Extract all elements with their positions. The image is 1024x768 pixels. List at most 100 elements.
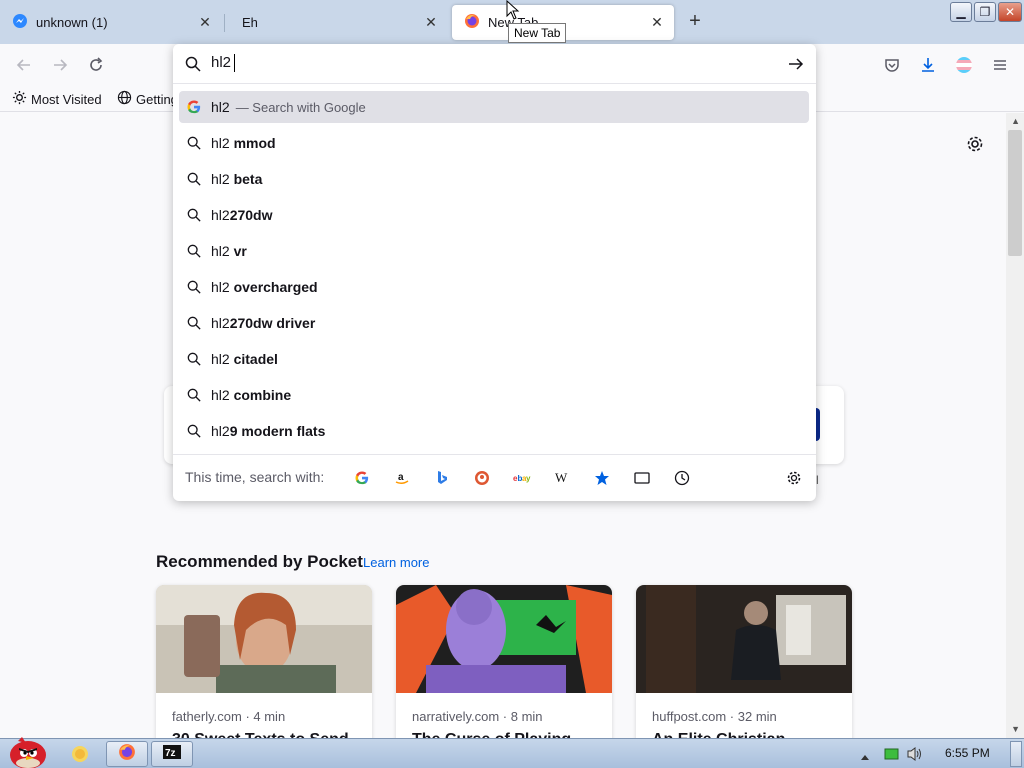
pocket-learn-more-link[interactable]: Learn more <box>363 555 429 570</box>
suggestion-completion: vr <box>233 243 247 259</box>
svg-text:W: W <box>555 470 568 485</box>
bookmark-getting-started[interactable]: Getting <box>117 90 178 108</box>
tab-close-icon[interactable]: ✕ <box>196 13 214 31</box>
suggestion-item[interactable]: hl2 citadel <box>179 343 809 375</box>
ebay-icon[interactable]: ebay <box>511 467 533 489</box>
reload-icon[interactable] <box>85 54 107 76</box>
suggestion-item[interactable]: hl2 beta <box>179 163 809 195</box>
tab-close-icon[interactable]: ✕ <box>648 13 666 31</box>
suggestion-prefix: hl2 <box>211 423 230 439</box>
search-icon <box>186 423 202 439</box>
pocket-card[interactable]: huffpost.com · 32 min An Elite Christian <box>636 585 852 755</box>
suggestion-item[interactable]: hl2 9 modern flats <box>179 415 809 447</box>
bookmark-most-visited[interactable]: Most Visited <box>12 90 102 108</box>
close-window-button[interactable]: ✕ <box>998 2 1022 22</box>
search-icon <box>186 135 202 151</box>
suggestion-prefix: hl2 <box>211 171 234 187</box>
card-source: fatherly.com · 4 min <box>172 709 286 724</box>
scrollbar-thumb[interactable] <box>1008 130 1022 256</box>
firefox-icon <box>118 743 136 766</box>
history-clock-icon[interactable] <box>671 467 693 489</box>
bookmarks-star-icon[interactable] <box>591 467 613 489</box>
globe-icon <box>117 90 132 108</box>
pocket-card[interactable]: narratively.com · 8 min The Curse of Pla… <box>396 585 612 755</box>
taskbar: 7z 6:55 PM <box>0 737 1024 768</box>
taskbar-firefox[interactable] <box>106 741 148 767</box>
7zip-icon: 7z <box>162 744 182 765</box>
search-icon <box>186 315 202 331</box>
suggestion-completion: 270dw driver <box>229 315 316 331</box>
scroll-down-arrow-icon[interactable]: ▼ <box>1011 724 1020 734</box>
tab-unknown[interactable]: unknown (1) ✕ <box>0 5 222 40</box>
suggestion-completion: combine <box>233 387 292 403</box>
google-icon[interactable] <box>351 467 373 489</box>
suggestion-prefix: hl2 <box>211 243 234 259</box>
suggestion-item[interactable]: hl2 mmod <box>179 127 809 159</box>
volume-speaker-icon[interactable] <box>906 746 924 767</box>
suggestion-item[interactable]: hl2 270dw <box>179 199 809 231</box>
tray-expand-arrow-icon[interactable] <box>860 748 870 766</box>
card-image <box>636 585 852 693</box>
svg-text:7z: 7z <box>165 748 176 759</box>
start-button-angry-bird-icon[interactable] <box>4 731 50 768</box>
search-settings-gear-icon[interactable] <box>783 467 805 489</box>
suggestion-search-google[interactable]: hl2 — Search with Google <box>179 91 809 123</box>
bing-icon[interactable] <box>431 467 453 489</box>
account-avatar-icon[interactable] <box>953 54 975 76</box>
back-arrow-icon[interactable] <box>13 54 35 76</box>
tab-close-icon[interactable]: ✕ <box>422 13 440 31</box>
amazon-icon[interactable]: a <box>391 467 413 489</box>
urlbar-dropdown: hl2 hl2 — Search with Google hl2 mmod hl… <box>173 44 816 501</box>
svg-text:a: a <box>398 472 404 483</box>
suggestion-completion: overcharged <box>233 279 318 295</box>
explorer-folder-icon[interactable] <box>70 744 90 768</box>
new-tab-button[interactable]: + <box>684 11 706 33</box>
wikipedia-icon[interactable]: W <box>551 467 573 489</box>
urlbar-value: hl2 <box>211 54 232 71</box>
suggestion-item[interactable]: hl2 combine <box>179 379 809 411</box>
downloads-icon[interactable] <box>917 54 939 76</box>
card-image <box>396 585 612 693</box>
show-desktop-button[interactable] <box>1010 741 1022 767</box>
suggestion-completion: beta <box>233 171 263 187</box>
clock-time[interactable]: 6:55 PM <box>945 746 990 760</box>
pocket-card[interactable]: fatherly.com · 4 min 30 Sweet Texts to S… <box>156 585 372 755</box>
urlbar-input[interactable]: hl2 <box>211 54 236 73</box>
restore-button[interactable]: ❐ <box>974 2 996 22</box>
suggestion-completion: citadel <box>233 351 278 367</box>
tab-title: unknown (1) <box>36 15 108 30</box>
go-arrow-icon[interactable] <box>788 56 804 77</box>
tab-eh[interactable]: Eh ✕ <box>226 5 448 40</box>
suggestion-item[interactable]: hl2 overcharged <box>179 271 809 303</box>
tabs-icon[interactable] <box>631 467 653 489</box>
messenger-icon <box>12 13 28 32</box>
one-off-label: This time, search with: <box>185 469 325 485</box>
search-icon <box>186 243 202 259</box>
gear-icon <box>12 90 27 108</box>
suggestion-item[interactable]: hl2 vr <box>179 235 809 267</box>
pocket-icon[interactable] <box>881 54 903 76</box>
suggestion-prefix: hl2 <box>211 351 234 367</box>
tab-title: Eh <box>242 15 258 30</box>
battery-icon[interactable] <box>884 747 900 766</box>
firefox-icon <box>464 13 480 32</box>
suggestion-completion: 270dw <box>229 207 273 223</box>
suggestion-prefix: hl2 <box>211 387 234 403</box>
scroll-up-arrow-icon[interactable]: ▲ <box>1011 116 1020 126</box>
google-icon <box>186 99 202 115</box>
tab-separator <box>224 14 225 32</box>
urlbar[interactable]: hl2 <box>173 44 816 84</box>
hamburger-menu-icon[interactable] <box>989 54 1011 76</box>
search-icon <box>185 56 201 77</box>
gear-icon[interactable] <box>965 134 987 156</box>
suggestion-item[interactable]: hl2 270dw driver <box>179 307 809 339</box>
card-image <box>156 585 372 693</box>
suggestion-prefix: hl2 <box>211 315 230 331</box>
taskbar-7zip[interactable]: 7z <box>151 741 193 767</box>
forward-arrow-icon[interactable] <box>49 54 71 76</box>
card-source: narratively.com · 8 min <box>412 709 543 724</box>
search-icon <box>186 207 202 223</box>
suggestion-completion: mmod <box>233 135 276 151</box>
minimize-button[interactable]: ▁ <box>950 2 972 22</box>
duckduckgo-icon[interactable] <box>471 467 493 489</box>
